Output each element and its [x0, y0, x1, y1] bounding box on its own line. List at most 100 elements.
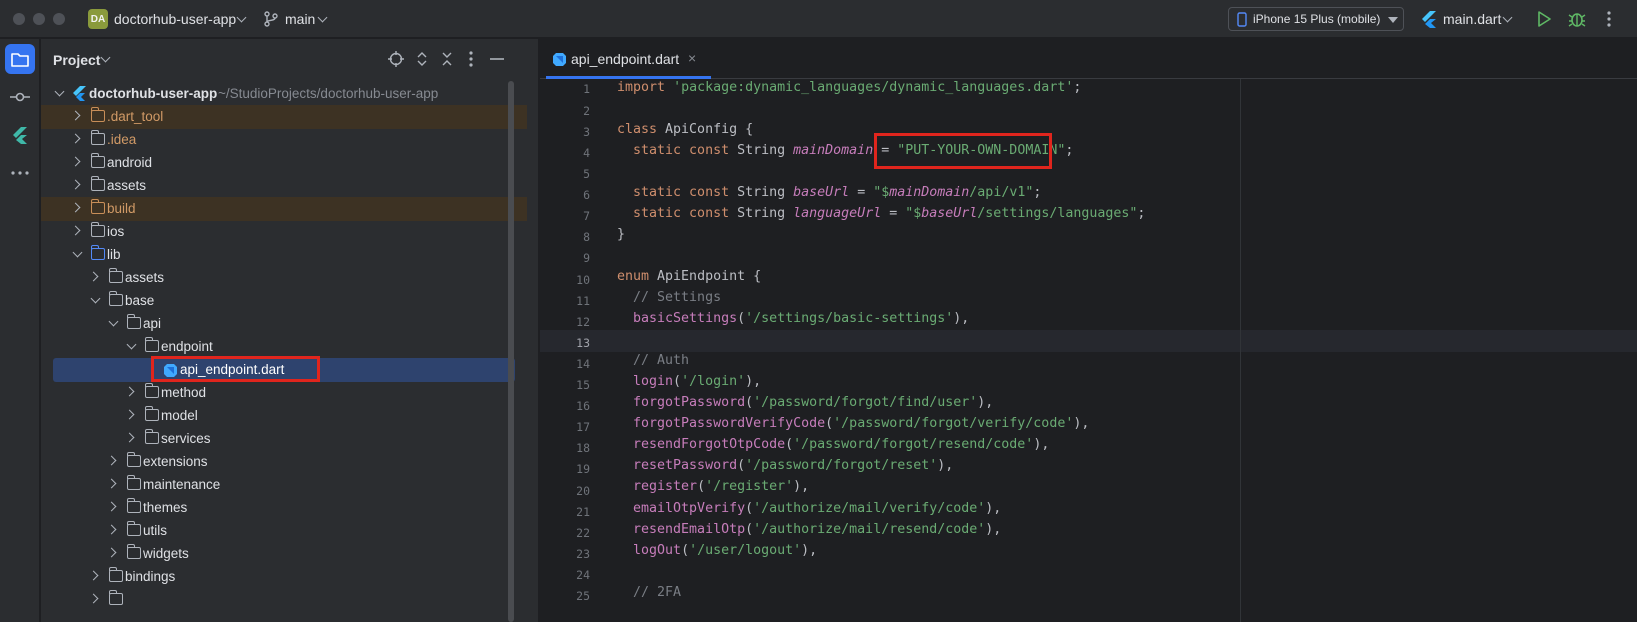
tool-window-strip [0, 39, 40, 622]
code-line-12: basicSettings('/settings/basic-settings'… [633, 311, 970, 326]
tree-item-method[interactable]: method [41, 381, 527, 405]
debug-icon[interactable] [1568, 10, 1586, 28]
more-tools-button[interactable] [5, 158, 35, 188]
chevron-right-icon [70, 179, 81, 190]
line-number: 17 [576, 420, 590, 434]
tree-item-lib-assets[interactable]: assets [41, 266, 527, 290]
folder-icon [108, 567, 123, 582]
tree-item-root[interactable]: doctorhub-user-app ~/StudioProjects/doct… [41, 82, 527, 106]
line-number: 11 [576, 294, 590, 308]
branch-dropdown[interactable]: main [285, 11, 315, 27]
project-scrollbar[interactable] [508, 81, 514, 622]
project-panel-header: Project [41, 39, 538, 81]
expand-all-icon[interactable] [416, 51, 428, 67]
branch-icon [264, 11, 278, 27]
chevron-right-icon [70, 133, 81, 144]
line-number: 9 [583, 251, 590, 265]
tree-item-bindings[interactable]: bindings [41, 565, 527, 589]
chevron-down-icon [100, 52, 111, 63]
tree-item-label: doctorhub-user-app [89, 86, 218, 101]
chevron-down-icon [236, 12, 247, 23]
tree-item-label: assets [107, 178, 147, 193]
code-line-19: resetPassword('/password/forgot/reset'), [633, 458, 954, 473]
line-number: 22 [576, 526, 590, 540]
tree-item-utils[interactable]: utils [41, 519, 527, 543]
code-line-11: // Settings [633, 290, 722, 305]
line-number: 4 [583, 146, 590, 160]
tree-item-android[interactable]: android [41, 151, 527, 175]
tree-item-assets[interactable]: assets [41, 174, 527, 198]
close-window-button[interactable] [13, 13, 25, 25]
device-label: iPhone 15 Plus (mobile) [1253, 12, 1381, 26]
tree-item-base[interactable]: base [41, 289, 527, 313]
tree-item-build[interactable]: build [41, 197, 527, 221]
options-icon[interactable] [469, 51, 473, 67]
tree-item-label: maintenance [143, 477, 221, 492]
line-number: 6 [583, 188, 590, 202]
tree-item-themes[interactable]: themes [41, 496, 527, 520]
code-line-25: // 2FA [633, 585, 682, 600]
line-number: 21 [576, 505, 590, 519]
device-selector[interactable]: iPhone 15 Plus (mobile) [1228, 7, 1404, 31]
tree-item-dart-tool[interactable]: .dart_tool [41, 105, 527, 129]
code-line-15: login('/login'), [633, 374, 762, 389]
minimize-window-button[interactable] [33, 13, 45, 25]
folder-icon [126, 452, 141, 467]
highlight-box [874, 133, 1052, 169]
line-number: 25 [576, 589, 590, 603]
more-icon[interactable] [1607, 11, 1611, 27]
project-badge[interactable]: DA [88, 9, 108, 29]
close-icon[interactable]: × [688, 50, 696, 66]
tree-item-widgets[interactable]: widgets [41, 542, 527, 566]
flutter-inspector-button[interactable] [5, 120, 35, 150]
code-line-16: forgotPassword('/password/forgot/find/us… [633, 395, 994, 410]
chevron-down-icon [126, 339, 137, 350]
tab-api-endpoint-dart[interactable]: api_endpoint.dart × [540, 39, 711, 79]
tree-item-label: method [161, 385, 207, 400]
source-folder-icon [90, 245, 105, 260]
project-name-dropdown[interactable]: doctorhub-user-app [114, 11, 236, 27]
line-number: 15 [576, 378, 590, 392]
tree-item-model[interactable]: model [41, 404, 527, 428]
tree-item-label: base [125, 293, 155, 308]
code-editor[interactable]: api_endpoint.dart × 1 2 3 4 5 6 7 8 9 10… [540, 39, 1637, 622]
project-panel-title[interactable]: Project [53, 52, 100, 68]
phone-icon [1237, 12, 1247, 27]
folder-icon [11, 53, 29, 67]
collapse-all-icon[interactable] [441, 51, 453, 67]
project-tool-button[interactable] [5, 44, 35, 74]
current-line-highlight [540, 330, 1637, 352]
tree-item-label: extensions [143, 454, 208, 469]
tree-item-services[interactable]: services [41, 427, 527, 451]
tree-item-label: widgets [143, 546, 189, 561]
code-line-8: } [617, 227, 626, 242]
zoom-window-button[interactable] [53, 13, 65, 25]
chevron-right-icon [124, 386, 135, 397]
tree-item-partial[interactable] [41, 588, 527, 612]
chevron-right-icon [88, 593, 99, 604]
tree-item-maintenance[interactable]: maintenance [41, 473, 527, 497]
commit-tool-button[interactable] [5, 82, 35, 112]
chevron-down-icon [1502, 12, 1513, 23]
run-icon[interactable] [1537, 11, 1551, 27]
tree-item-path: ~/StudioProjects/doctorhub-user-app [218, 86, 439, 101]
tree-item-idea[interactable]: .idea [41, 128, 527, 152]
tree-item-api[interactable]: api [41, 312, 527, 336]
chevron-right-icon [124, 432, 135, 443]
line-number: 16 [576, 399, 590, 413]
tree-item-lib[interactable]: lib [41, 243, 527, 267]
folder-icon [108, 291, 123, 306]
chevron-right-icon [70, 110, 81, 121]
hide-panel-icon[interactable] [490, 58, 504, 60]
tree-item-label: bindings [125, 569, 176, 584]
tree-item-extensions[interactable]: extensions [41, 450, 527, 474]
code-line-22: resendEmailOtp('/authorize/mail/resend/c… [633, 522, 1002, 537]
chevron-right-icon [88, 271, 99, 282]
tree-item-ios[interactable]: ios [41, 220, 527, 244]
project-panel: Project doctorhub-user-app ~/StudioProje… [41, 39, 539, 622]
chevron-right-icon [106, 524, 117, 535]
run-config-dropdown[interactable]: main.dart [1443, 11, 1501, 27]
tree-item-label: api [143, 316, 162, 331]
locate-icon[interactable] [388, 51, 404, 67]
line-number: 23 [576, 547, 590, 561]
